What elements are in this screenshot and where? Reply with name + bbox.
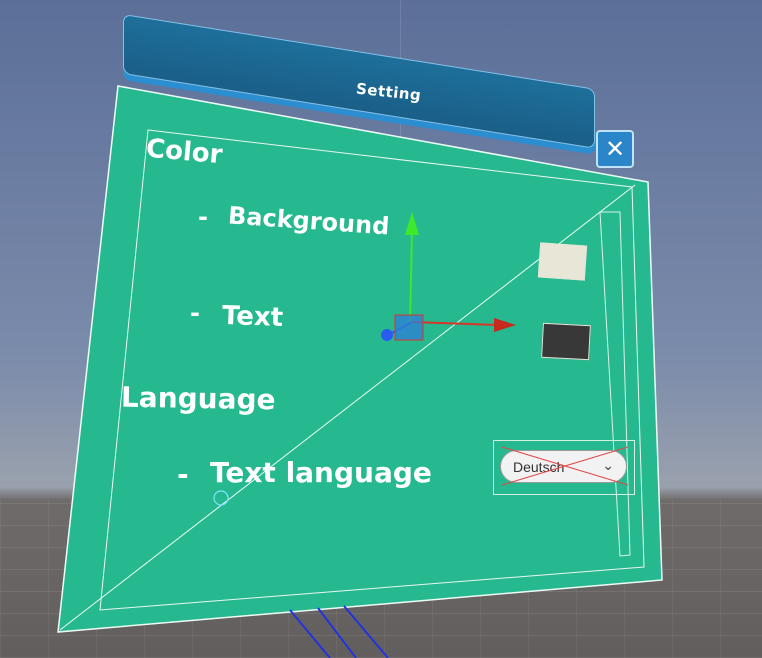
color-heading: Color xyxy=(144,133,224,171)
gizmo-z-axis xyxy=(389,321,413,335)
text-bullet: - xyxy=(190,299,200,327)
close-icon: ✕ xyxy=(604,135,626,163)
text-language-label: Text language xyxy=(210,456,432,489)
background-bullet: - xyxy=(198,203,208,231)
text-color-label: Text xyxy=(221,300,284,334)
gizmo-x-axis xyxy=(411,321,499,326)
text-language-bullet: - xyxy=(177,458,189,491)
scene-floor-grid xyxy=(0,500,762,658)
chevron-down-icon: ⌄ xyxy=(602,457,614,473)
language-heading: Language xyxy=(120,380,276,417)
gizmo-y-arrow xyxy=(405,212,419,235)
background-color-swatch[interactable] xyxy=(537,242,588,281)
close-button[interactable]: ✕ xyxy=(596,130,634,168)
background-label: Background xyxy=(227,201,391,241)
text-color-swatch[interactable] xyxy=(541,322,591,361)
language-dropdown[interactable]: Deutsch ⌄ xyxy=(500,450,627,483)
gizmo-y-axis xyxy=(409,229,413,326)
gizmo-x-arrow xyxy=(494,318,516,332)
language-dropdown-value: Deutsch xyxy=(513,458,565,475)
gizmo-z-handle xyxy=(381,329,393,341)
